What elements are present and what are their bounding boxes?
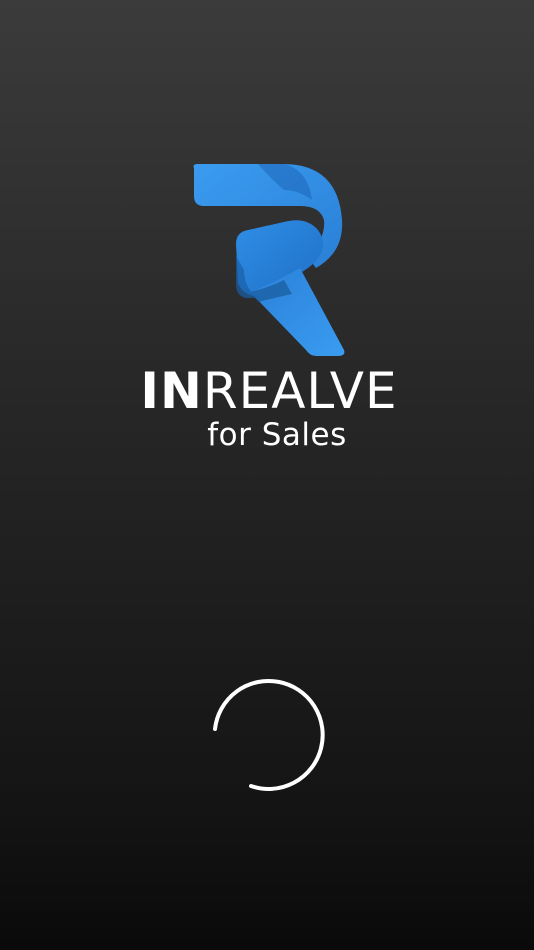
brand-tagline: for Sales xyxy=(207,417,347,453)
inrealve-r-logo-icon xyxy=(193,164,345,356)
loading-spinner-icon xyxy=(213,678,325,791)
brand-name-bold: IN xyxy=(140,362,203,420)
splash-screen: INREALVE for Sales xyxy=(0,0,534,950)
brand-name: INREALVE xyxy=(140,366,397,416)
brand-name-light: REALVE xyxy=(202,362,398,420)
brand-wordmark: INREALVE for Sales xyxy=(0,366,534,451)
